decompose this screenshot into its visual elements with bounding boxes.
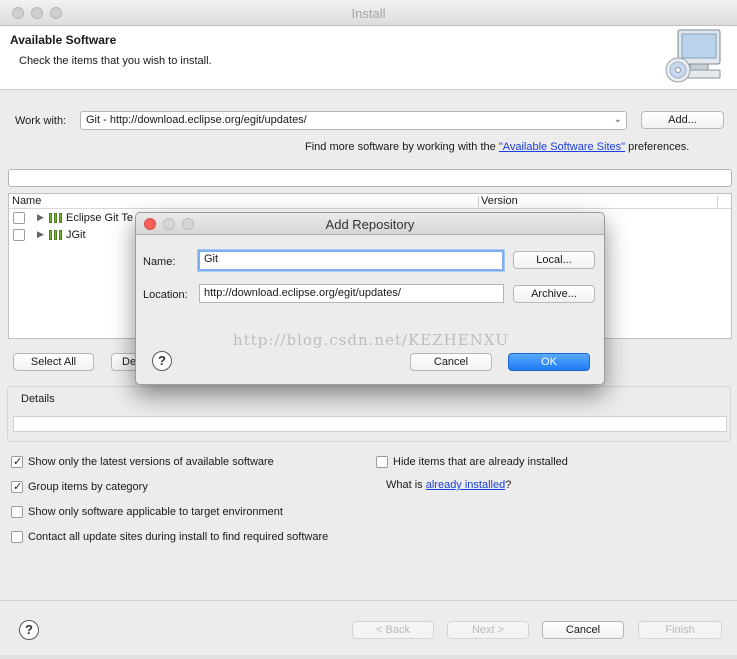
location-field[interactable]: http://download.eclipse.org/egit/updates… xyxy=(199,284,504,303)
next-button[interactable]: Next > xyxy=(447,621,529,639)
dialog-title: Add Repository xyxy=(325,217,415,232)
watermark-text: http://blog.csdn.net/KEZHENXU xyxy=(233,331,510,349)
name-label: Name: xyxy=(143,256,176,268)
applicable-only-checkbox[interactable] xyxy=(11,506,23,518)
expand-triangle-icon[interactable]: ▶ xyxy=(37,229,44,240)
row-checkbox[interactable] xyxy=(13,229,25,241)
wizard-header: Available Software Check the items that … xyxy=(0,26,737,90)
finish-button[interactable]: Finish xyxy=(638,621,722,639)
row-checkbox[interactable] xyxy=(13,212,25,224)
work-with-value: Git - http://download.eclipse.org/egit/u… xyxy=(86,114,307,126)
cancel-button[interactable]: Cancel xyxy=(542,621,624,639)
details-label: Details xyxy=(21,393,55,405)
expand-triangle-icon[interactable]: ▶ xyxy=(37,212,44,223)
name-field[interactable]: Git xyxy=(198,250,504,271)
column-header-version[interactable]: Version xyxy=(481,195,518,207)
contact-all-sites-checkbox[interactable] xyxy=(11,531,23,543)
help-icon[interactable]: ? xyxy=(19,620,39,640)
work-with-label: Work with: xyxy=(15,115,67,127)
table-header: Name Version xyxy=(9,194,731,209)
applicable-only-label: Show only software applicable to target … xyxy=(28,506,283,518)
available-software-sites-link[interactable]: "Available Software Sites" xyxy=(499,141,625,153)
hide-installed-label: Hide items that are already installed xyxy=(393,456,568,468)
package-icon xyxy=(49,213,62,223)
show-latest-checkbox[interactable] xyxy=(11,455,23,468)
window-title: Install xyxy=(351,6,386,21)
dialog-titlebar: Add Repository xyxy=(136,213,604,235)
dialog-cancel-button[interactable]: Cancel xyxy=(410,353,492,371)
what-is-installed-text: What is already installed? xyxy=(386,479,512,491)
contact-all-sites-label: Contact all update sites during install … xyxy=(28,531,329,543)
find-more-text: Find more software by working with the "… xyxy=(305,141,690,153)
select-all-button[interactable]: Select All xyxy=(13,353,94,371)
row-name: JGit xyxy=(66,229,86,241)
details-text xyxy=(13,416,727,432)
show-latest-label: Show only the latest versions of availab… xyxy=(28,456,274,468)
chevron-updown-icon[interactable]: ⌄ xyxy=(614,114,622,125)
group-by-category-label: Group items by category xyxy=(28,481,148,493)
page-subtitle: Check the items that you wish to install… xyxy=(19,55,212,67)
add-repository-dialog: Add Repository Name: Git Local... Locati… xyxy=(135,212,605,385)
location-label: Location: xyxy=(143,289,188,301)
group-by-category-checkbox[interactable] xyxy=(11,480,23,493)
page-title: Available Software xyxy=(10,33,117,47)
ok-button[interactable]: OK xyxy=(508,353,590,371)
hide-installed-checkbox[interactable] xyxy=(376,456,388,468)
window-titlebar: Install xyxy=(0,0,737,26)
dialog-help-icon[interactable]: ? xyxy=(152,351,172,371)
work-with-combo[interactable]: Git - http://download.eclipse.org/egit/u… xyxy=(80,111,627,130)
archive-button[interactable]: Archive... xyxy=(513,285,595,303)
filter-input[interactable] xyxy=(8,169,732,187)
details-group xyxy=(7,386,731,442)
already-installed-link[interactable]: already installed xyxy=(426,479,506,491)
package-icon xyxy=(49,230,62,240)
add-site-button[interactable]: Add... xyxy=(641,111,724,129)
computer-install-icon xyxy=(665,29,721,83)
back-button[interactable]: < Back xyxy=(352,621,434,639)
row-name: Eclipse Git Te xyxy=(66,212,134,224)
column-header-name[interactable]: Name xyxy=(12,195,41,207)
local-button[interactable]: Local... xyxy=(513,251,595,269)
